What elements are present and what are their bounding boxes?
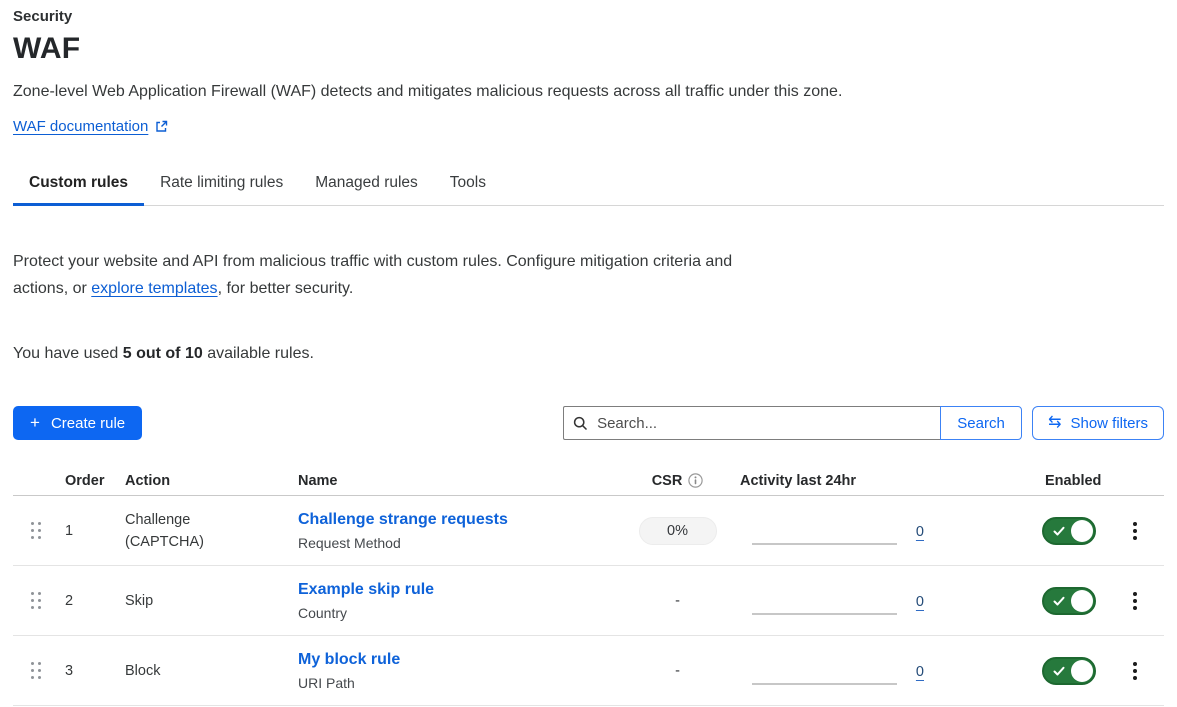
header-enabled: Enabled — [1035, 473, 1115, 489]
enabled-cell — [1035, 517, 1115, 545]
action-label: Challenge — [125, 509, 298, 531]
rule-name-link[interactable]: Challenge strange requests — [298, 511, 630, 529]
csr-label: CSR — [652, 473, 683, 489]
check-icon — [1053, 666, 1065, 677]
enabled-cell — [1035, 587, 1115, 615]
rule-field: Request Method — [298, 535, 630, 551]
drag-handle[interactable] — [31, 592, 41, 609]
rule-order: 3 — [65, 663, 125, 679]
row-menu-button[interactable] — [1129, 588, 1141, 614]
check-icon — [1053, 596, 1065, 607]
activity-sparkline — [752, 613, 897, 615]
header-activity: Activity last 24hr — [725, 473, 940, 489]
show-filters-button[interactable]: ⇆ Show filters — [1032, 406, 1164, 440]
doc-link-label: WAF documentation — [13, 118, 148, 135]
breadcrumb-security[interactable]: Security — [13, 8, 1164, 25]
row-menu-button[interactable] — [1129, 658, 1141, 684]
csr-cell: 0% — [630, 517, 725, 545]
search-button[interactable]: Search — [940, 406, 1022, 440]
csr-value: - — [675, 663, 680, 679]
rule-row-3: 3 Block My block rule URI Path - 0 — [13, 636, 1164, 706]
rule-name-link[interactable]: My block rule — [298, 651, 630, 669]
tab-custom-rules[interactable]: Custom rules — [13, 165, 144, 205]
drag-handle[interactable] — [31, 522, 41, 539]
tab-managed-rules[interactable]: Managed rules — [299, 165, 434, 205]
rule-action: Challenge (CAPTCHA) — [125, 509, 298, 553]
waf-page: Security WAF Zone-level Web Application … — [0, 0, 1177, 706]
activity-sparkline — [752, 543, 897, 545]
rules-table: Order Action Name CSR Activity last 24hr… — [13, 466, 1164, 706]
check-icon — [1053, 526, 1065, 537]
intro-after: , for better security. — [218, 280, 354, 297]
rule-name-cell: My block rule URI Path — [298, 651, 630, 691]
rule-order: 1 — [65, 523, 125, 539]
page-description: Zone-level Web Application Firewall (WAF… — [13, 83, 1164, 101]
enabled-toggle[interactable] — [1042, 517, 1096, 545]
row-menu-button[interactable] — [1129, 518, 1141, 544]
search-input-wrap — [563, 406, 940, 440]
csr-cell: - — [630, 593, 725, 609]
page-title: WAF — [13, 32, 1164, 66]
header-order: Order — [65, 473, 125, 489]
external-link-icon — [155, 120, 168, 133]
toggle-knob — [1071, 660, 1093, 682]
activity-sparkline — [752, 683, 897, 685]
activity-cell: 0 — [725, 522, 940, 540]
csr-cell: - — [630, 663, 725, 679]
search-filter-group: Search ⇆ Show filters — [563, 406, 1164, 440]
show-filters-label: Show filters — [1070, 415, 1148, 432]
rule-order: 2 — [65, 593, 125, 609]
tab-rate-limiting-rules[interactable]: Rate limiting rules — [144, 165, 299, 205]
action-label: Skip — [125, 590, 298, 612]
header-name: Name — [298, 473, 630, 489]
swap-arrows-icon: ⇆ — [1048, 415, 1061, 431]
usage-count: 5 out of 10 — [123, 345, 203, 362]
toggle-knob — [1071, 520, 1093, 542]
rule-action: Skip — [125, 590, 298, 612]
activity-count-link[interactable]: 0 — [916, 594, 924, 610]
usage-prefix: You have used — [13, 345, 123, 362]
table-header-row: Order Action Name CSR Activity last 24hr… — [13, 466, 1164, 496]
toggle-knob — [1071, 590, 1093, 612]
explore-templates-link[interactable]: explore templates — [91, 280, 217, 297]
activity-count-link[interactable]: 0 — [916, 524, 924, 540]
csr-value: - — [675, 593, 680, 609]
tab-bar: Custom rules Rate limiting rules Managed… — [13, 165, 1164, 206]
rule-action: Block — [125, 660, 298, 682]
info-icon[interactable] — [688, 473, 703, 488]
search-icon — [573, 416, 588, 431]
enabled-toggle[interactable] — [1042, 587, 1096, 615]
action-sub-label: (CAPTCHA) — [125, 531, 298, 553]
usage-text: You have used 5 out of 10 available rule… — [13, 345, 1164, 363]
intro-text: Protect your website and API from malici… — [13, 248, 736, 302]
create-rule-label: Create rule — [51, 415, 125, 432]
activity-cell: 0 — [725, 662, 940, 680]
enabled-cell — [1035, 657, 1115, 685]
tab-tools[interactable]: Tools — [434, 165, 502, 205]
rule-field: Country — [298, 605, 630, 621]
action-label: Block — [125, 660, 298, 682]
waf-documentation-link[interactable]: WAF documentation — [13, 118, 168, 135]
activity-cell: 0 — [725, 592, 940, 610]
search-input[interactable] — [595, 414, 931, 433]
header-csr: CSR — [652, 473, 704, 489]
create-rule-button[interactable]: + Create rule — [13, 406, 142, 440]
usage-suffix: available rules. — [203, 345, 314, 362]
plus-icon: + — [30, 413, 40, 433]
activity-count-link[interactable]: 0 — [916, 664, 924, 680]
rule-name-link[interactable]: Example skip rule — [298, 581, 630, 599]
rule-field: URI Path — [298, 675, 630, 691]
rule-name-cell: Example skip rule Country — [298, 581, 630, 621]
drag-handle[interactable] — [31, 662, 41, 679]
csr-badge: 0% — [639, 517, 717, 545]
rule-row-2: 2 Skip Example skip rule Country - 0 — [13, 566, 1164, 636]
rule-name-cell: Challenge strange requests Request Metho… — [298, 511, 630, 551]
enabled-toggle[interactable] — [1042, 657, 1096, 685]
rule-row-1: 1 Challenge (CAPTCHA) Challenge strange … — [13, 496, 1164, 566]
header-action: Action — [125, 473, 298, 489]
rules-toolbar: + Create rule Search ⇆ Show filters — [13, 406, 1164, 440]
